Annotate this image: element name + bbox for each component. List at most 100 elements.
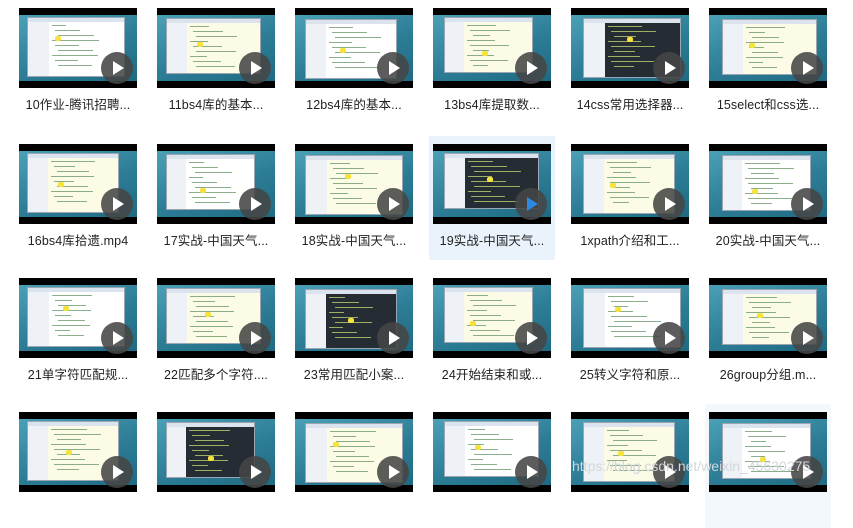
play-icon[interactable] xyxy=(515,52,547,84)
cursor-highlight xyxy=(339,48,346,53)
video-tile[interactable]: 14css常用选择器... xyxy=(567,0,693,124)
play-icon[interactable] xyxy=(239,52,271,84)
cursor-highlight xyxy=(347,318,354,323)
video-thumbnail[interactable] xyxy=(295,278,413,358)
video-thumbnail[interactable] xyxy=(433,144,551,224)
play-icon[interactable] xyxy=(101,456,133,488)
video-title[interactable]: 11bs4库的基本... xyxy=(153,94,279,113)
play-icon[interactable] xyxy=(653,52,685,84)
video-thumbnail[interactable] xyxy=(571,278,689,358)
video-thumbnail[interactable] xyxy=(19,278,137,358)
video-title[interactable]: 14css常用选择器... xyxy=(567,94,693,113)
video-thumbnail[interactable] xyxy=(571,144,689,224)
video-tile[interactable]: 25转义字符和原... xyxy=(567,270,693,394)
video-title[interactable]: 26group分组.m... xyxy=(705,364,831,383)
cursor-highlight xyxy=(757,313,764,318)
video-tile[interactable]: 19实战-中国天气... xyxy=(429,136,555,260)
video-tile[interactable] xyxy=(153,404,279,528)
cursor-highlight xyxy=(470,321,477,326)
video-thumbnail[interactable] xyxy=(571,8,689,88)
video-title[interactable]: 22匹配多个字符.... xyxy=(153,364,279,383)
video-tile[interactable]: 21单字符匹配规... xyxy=(15,270,141,394)
video-tile[interactable]: 13bs4库提取数... xyxy=(429,0,555,124)
video-tile[interactable]: 12bs4库的基本... xyxy=(291,0,417,124)
video-thumbnail[interactable] xyxy=(19,8,137,88)
video-tile[interactable] xyxy=(291,404,417,528)
play-icon[interactable] xyxy=(515,188,547,220)
cursor-highlight xyxy=(627,37,634,42)
video-title[interactable]: 17实战-中国天气... xyxy=(153,230,279,249)
video-tile[interactable]: 16bs4库拾遗.mp4 xyxy=(15,136,141,260)
video-tile[interactable]: 26group分组.m... xyxy=(705,270,831,394)
video-tile[interactable]: 11bs4库的基本... xyxy=(153,0,279,124)
cursor-highlight xyxy=(487,177,494,182)
play-icon[interactable] xyxy=(101,188,133,220)
video-title[interactable]: 19实战-中国天气... xyxy=(429,230,555,249)
cursor-highlight xyxy=(197,42,204,47)
play-icon[interactable] xyxy=(791,322,823,354)
video-title[interactable]: 13bs4库提取数... xyxy=(429,94,555,113)
play-icon[interactable] xyxy=(377,52,409,84)
video-thumbnail[interactable] xyxy=(433,8,551,88)
video-tile[interactable]: 23常用匹配小案... xyxy=(291,270,417,394)
play-icon[interactable] xyxy=(377,456,409,488)
video-tile[interactable] xyxy=(429,404,555,528)
video-thumbnail[interactable] xyxy=(571,412,689,492)
video-tile[interactable]: 15select和css选... xyxy=(705,0,831,124)
play-icon[interactable] xyxy=(239,456,271,488)
video-title[interactable]: 15select和css选... xyxy=(705,94,831,113)
video-tile[interactable]: 20实战-中国天气... xyxy=(705,136,831,260)
video-title[interactable]: 24开始结束和或... xyxy=(429,364,555,383)
video-thumbnail[interactable] xyxy=(295,144,413,224)
video-title[interactable]: 20实战-中国天气... xyxy=(705,230,831,249)
video-tile[interactable]: 1xpath介绍和工... xyxy=(567,136,693,260)
cursor-highlight xyxy=(482,51,489,56)
cursor-highlight xyxy=(63,306,70,311)
video-title[interactable]: 12bs4库的基本... xyxy=(291,94,417,113)
play-icon[interactable] xyxy=(377,322,409,354)
video-thumbnail[interactable] xyxy=(19,144,137,224)
video-title[interactable]: 10作业-腾讯招聘... xyxy=(15,94,141,113)
play-icon[interactable] xyxy=(239,322,271,354)
play-icon[interactable] xyxy=(791,188,823,220)
video-thumbnail[interactable] xyxy=(157,144,275,224)
video-tile[interactable]: 10作业-腾讯招聘... xyxy=(15,0,141,124)
video-tile[interactable]: 17实战-中国天气... xyxy=(153,136,279,260)
video-title[interactable]: 18实战-中国天气... xyxy=(291,230,417,249)
video-thumbnail[interactable] xyxy=(19,412,137,492)
video-thumbnail[interactable] xyxy=(709,412,827,492)
video-thumbnail[interactable] xyxy=(157,8,275,88)
cursor-highlight xyxy=(749,43,756,48)
video-tile[interactable]: 18实战-中国天气... xyxy=(291,136,417,260)
play-icon[interactable] xyxy=(377,188,409,220)
play-icon[interactable] xyxy=(653,322,685,354)
cursor-highlight xyxy=(475,445,482,450)
video-thumbnail[interactable] xyxy=(295,412,413,492)
video-thumbnail[interactable] xyxy=(709,278,827,358)
cursor-highlight xyxy=(205,312,212,317)
video-thumbnail[interactable] xyxy=(709,144,827,224)
video-thumbnail[interactable] xyxy=(709,8,827,88)
play-icon[interactable] xyxy=(101,52,133,84)
cursor-highlight xyxy=(345,174,352,179)
video-title[interactable]: 23常用匹配小案... xyxy=(291,364,417,383)
play-icon[interactable] xyxy=(239,188,271,220)
cursor-highlight xyxy=(333,442,340,447)
video-tile[interactable] xyxy=(15,404,141,528)
video-thumbnail[interactable] xyxy=(433,278,551,358)
video-tile[interactable]: 22匹配多个字符.... xyxy=(153,270,279,394)
play-icon[interactable] xyxy=(791,52,823,84)
video-thumbnail[interactable] xyxy=(295,8,413,88)
video-title[interactable]: 21单字符匹配规... xyxy=(15,364,141,383)
play-icon[interactable] xyxy=(515,456,547,488)
video-thumbnail[interactable] xyxy=(157,412,275,492)
video-title[interactable]: 1xpath介绍和工... xyxy=(567,230,693,249)
video-thumbnail[interactable] xyxy=(157,278,275,358)
video-title[interactable]: 16bs4库拾遗.mp4 xyxy=(15,230,141,249)
video-title[interactable]: 25转义字符和原... xyxy=(567,364,693,383)
video-tile[interactable]: 24开始结束和或... xyxy=(429,270,555,394)
video-thumbnail[interactable] xyxy=(433,412,551,492)
play-icon[interactable] xyxy=(653,188,685,220)
play-icon[interactable] xyxy=(101,322,133,354)
play-icon[interactable] xyxy=(515,322,547,354)
